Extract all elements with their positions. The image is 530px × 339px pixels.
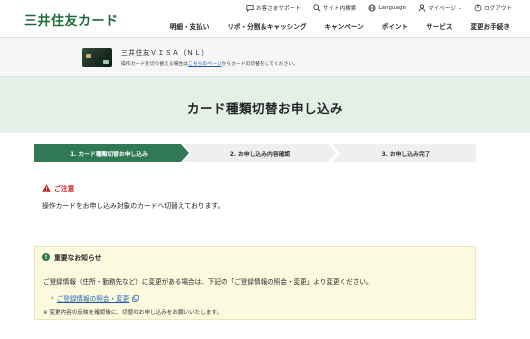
site-header: 三井住友カード お客さまサポート サイト内検索 Language マイページ ⌄… (0, 0, 530, 37)
chat-bubble-icon (246, 5, 254, 12)
notice-body: 操作カードをお申し込み対象のカードへ切替えております。 (42, 202, 225, 210)
site-logo[interactable]: 三井住友カード (24, 10, 119, 29)
card-name: 三井住友ＶＩＳＡ（ＮＬ） (121, 49, 209, 57)
card-switch-link[interactable]: こちらのページ (188, 62, 221, 67)
notice-heading-text: ご注意 (54, 185, 75, 193)
language-label: Language (378, 5, 406, 11)
site-search-link[interactable]: サイト内検索 (313, 4, 357, 12)
card-note-suffix: からカードの切替をしてください。 (221, 62, 298, 67)
nav-item-points[interactable]: ポイント (382, 21, 408, 31)
main-nav: 明細・支払い リボ・分割＆キャッシング キャンペーン ポイント サービス 変更お… (170, 21, 510, 31)
logout-label: ログアウト (484, 6, 512, 12)
support-link-label: お客さまサポート (256, 6, 301, 12)
card-chip-icon (86, 54, 91, 58)
search-icon (313, 4, 321, 12)
title-band: カード種類切替お申し込み (0, 77, 530, 133)
current-card-bar: 三井住友ＶＩＳＡ（ＮＬ） 操作カードを切り替える場合はこちらのページからカードの… (0, 37, 530, 77)
card-brand-icon (103, 60, 109, 64)
support-link[interactable]: お客さまサポート (246, 4, 301, 12)
nav-item-campaign[interactable]: キャンペーン (324, 21, 363, 31)
important-note: ※ 変更内容の反映を確認後に、切替のお申し込みをお願いいたします。 (43, 310, 223, 316)
nav-item-statement[interactable]: 明細・支払い (170, 21, 210, 31)
important-notice-box: ! 重要なお知らせ ご登録情報（住所・勤務先など）に変更がある場合は、下記の「ご… (34, 246, 476, 320)
logout-icon (474, 4, 482, 12)
card-image (82, 48, 112, 67)
mypage-menu[interactable]: マイページ ⌄ (418, 4, 462, 12)
notice-heading: ご注意 (42, 183, 74, 193)
registration-info-link[interactable]: › ご登録情報の照会・変更 (51, 293, 139, 303)
important-heading-text: 重要なお知らせ (54, 254, 102, 262)
info-icon: ! (42, 253, 50, 261)
nav-item-service[interactable]: サービス (426, 21, 452, 31)
chevron-right-icon: › (51, 294, 54, 302)
logout-link[interactable]: ログアウト (474, 4, 512, 12)
step-2: 2. お申し込み内容確認 (229, 151, 291, 158)
step-1: 1. カード種類切替お申し込み (70, 151, 148, 158)
nav-item-revolving[interactable]: リボ・分割＆キャッシング (227, 21, 306, 31)
warning-icon (42, 184, 51, 192)
card-switch-note: 操作カードを切り替える場合はこちらのページからカードの切替をしてください。 (121, 60, 298, 67)
utility-nav: お客さまサポート サイト内検索 Language マイページ ⌄ ログアウト (246, 4, 512, 12)
registration-info-link-label: ご登録情報の照会・変更 (56, 295, 130, 303)
globe-icon (368, 4, 376, 12)
important-heading: ! 重要なお知らせ (42, 252, 101, 262)
card-note-prefix: 操作カードを切り替える場合は (121, 62, 189, 67)
page-title: カード種類切替お申し込み (186, 101, 343, 116)
site-search-label: サイト内検索 (322, 6, 357, 12)
language-link[interactable]: Language (368, 4, 406, 12)
chevron-down-icon: ⌄ (457, 5, 463, 11)
person-icon (418, 4, 426, 12)
nav-item-procedures[interactable]: 変更お手続き (470, 21, 510, 31)
mypage-label: マイページ (427, 6, 456, 12)
external-window-icon (132, 294, 139, 302)
step-3: 3. お申し込み完了 (381, 151, 431, 158)
important-body: ご登録情報（住所・勤務先など）に変更がある場合は、下記の「ご登録情報の照会・変更… (43, 278, 373, 286)
progress-stepper: 1. カード種類切替お申し込み 2. お申し込み内容確認 3. お申し込み完了 (34, 144, 476, 162)
